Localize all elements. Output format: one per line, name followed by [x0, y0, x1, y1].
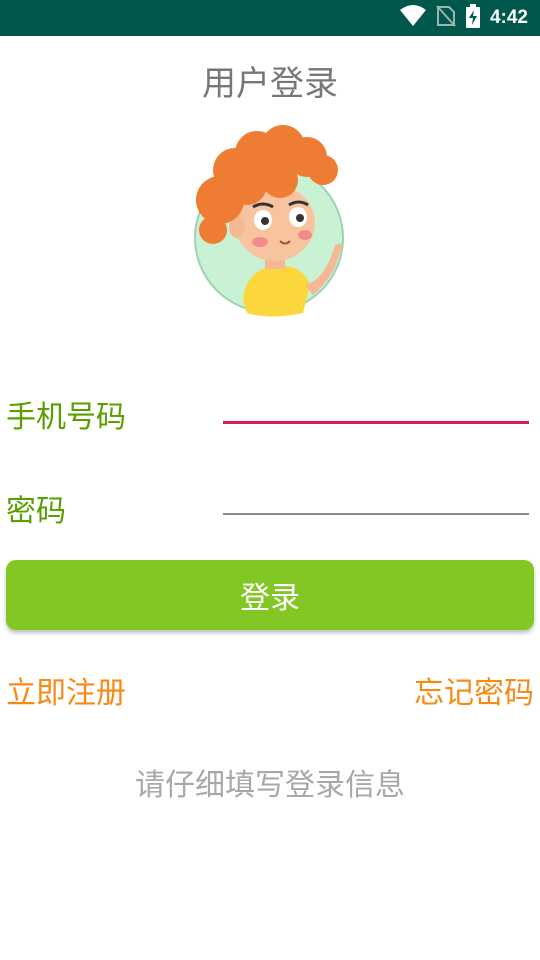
- wifi-icon: [399, 5, 426, 31]
- cartoon-boy-avatar-icon: [194, 125, 344, 317]
- no-sim-icon: [436, 5, 456, 31]
- avatar: [185, 125, 355, 325]
- forgot-password-link[interactable]: 忘记密码: [414, 668, 534, 712]
- page-title: 用户登录: [202, 64, 338, 104]
- phone-input-underline: [223, 421, 529, 424]
- phone-input[interactable]: [223, 382, 533, 424]
- status-bar: 4:42: [0, 0, 540, 36]
- battery-charging-icon: [465, 4, 480, 32]
- password-input[interactable]: [223, 472, 533, 514]
- password-input-underline: [223, 513, 529, 515]
- phone-label: 手机号码: [6, 400, 126, 435]
- register-link[interactable]: 立即注册: [6, 668, 126, 712]
- hint-text: 请仔细填写登录信息: [135, 768, 405, 803]
- status-icons: 4:42: [399, 0, 528, 36]
- password-label: 密码: [6, 494, 66, 529]
- status-time: 4:42: [489, 7, 528, 28]
- login-button[interactable]: 登录: [6, 560, 534, 630]
